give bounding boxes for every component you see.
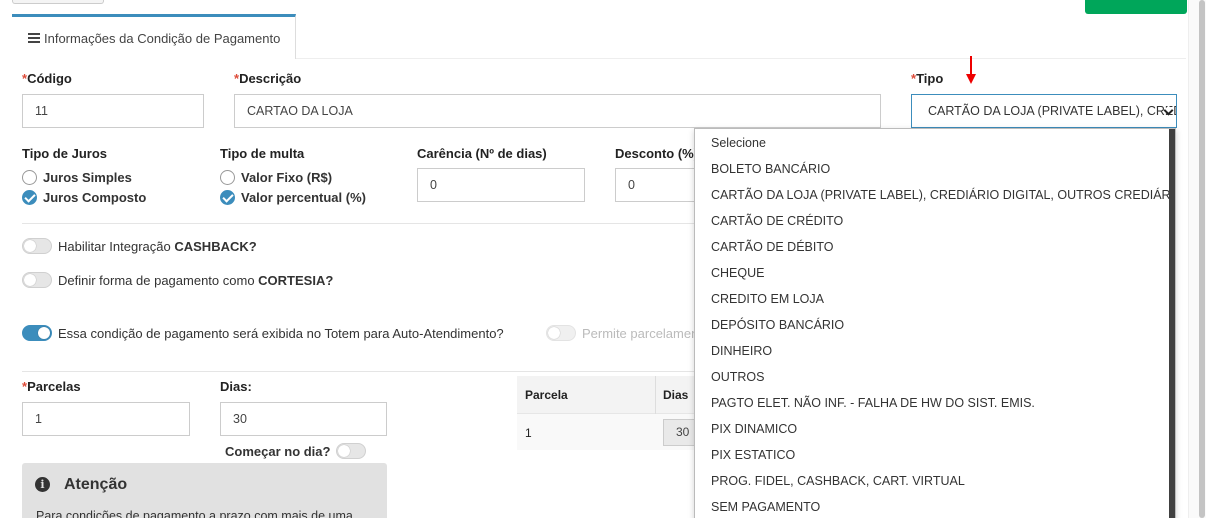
attention-text: Para condições de pagamento a prazo com … [36, 509, 353, 518]
section-divider [22, 371, 702, 372]
codigo-input[interactable]: 11 [22, 94, 204, 128]
parcelas-label: *Parcelas [22, 379, 81, 394]
dropdown-options: Selecione BOLETO BANCÁRIO CARTÃO DA LOJA (… [695, 129, 1175, 518]
tab-divider [296, 58, 1186, 59]
table-header-dias: Dias [663, 388, 689, 402]
radio-checked-icon [22, 190, 37, 205]
tipo-label: *Tipo [911, 71, 943, 86]
cortesia-toggle[interactable]: Definir forma de pagamento como CORTESIA… [22, 272, 333, 288]
info-circle-icon: i [35, 477, 50, 492]
codigo-label-text: Código [27, 71, 72, 86]
dropdown-option[interactable]: CARTÃO DE DÉBITO [695, 234, 1175, 260]
dropdown-option[interactable]: BOLETO BANCÁRIO [695, 156, 1175, 182]
cashback-label: Habilitar Integração [58, 238, 171, 254]
cashback-label-bold: CASHBACK? [174, 238, 257, 254]
parcelas-value: 1 [35, 412, 42, 426]
dropdown-option[interactable]: PAGTO ELET. NÃO INF. - FALHA DE HW DO SI… [695, 390, 1175, 416]
comecar-toggle[interactable]: Começar no dia? [225, 443, 367, 459]
dropdown-option[interactable]: CREDITO EM LOJA [695, 286, 1175, 312]
toggle-switch-icon [336, 443, 367, 459]
dropdown-option[interactable]: PROG. FIDEL, CASHBACK, CART. VIRTUAL [695, 468, 1175, 494]
radio-checked-icon [220, 190, 235, 205]
dropdown-option[interactable]: DINHEIRO [695, 338, 1175, 364]
descricao-label-text: Descrição [239, 71, 302, 86]
radio-label: Valor percentual (%) [241, 190, 366, 205]
radio-juros-composto[interactable]: Juros Composto [22, 190, 146, 205]
tipo-select[interactable]: CARTÃO DA LOJA (PRIVATE LABEL), CREDIÁRI… [911, 94, 1177, 128]
cortesia-label-bold: CORTESIA? [258, 272, 334, 288]
tipo-dropdown-list[interactable]: Selecione BOLETO BANCÁRIO CARTÃO DA LOJA (… [694, 128, 1176, 518]
tab-label: Informações da Condição de Pagamento [44, 30, 281, 46]
dropdown-option[interactable]: SEM PAGAMENTO [695, 494, 1175, 518]
page-scrollbar-thumb[interactable] [1199, 0, 1205, 518]
dropdown-option[interactable]: PIX ESTATICO [695, 442, 1175, 468]
table-row: 1 30 [517, 414, 703, 450]
tipo-juros-label: Tipo de Juros [22, 146, 107, 161]
tipo-selected-value: CARTÃO DA LOJA (PRIVATE LABEL), CREDIÁRI… [928, 104, 1176, 118]
toggle-switch-icon [22, 272, 52, 288]
toggle-switch-icon [22, 238, 52, 254]
dropdown-option[interactable]: CARTÃO DA LOJA (PRIVATE LABEL), CREDIÁRI… [695, 182, 1175, 208]
dropdown-option[interactable]: CHEQUE [695, 260, 1175, 286]
list-icon [28, 33, 40, 43]
table-cell-parcela: 1 [525, 426, 532, 440]
tab-informacoes[interactable]: Informações da Condição de Pagamento [12, 14, 296, 59]
annotation-arrow-shaft [970, 56, 972, 76]
parcelamento-label: Permite parcelamento [582, 325, 710, 341]
dropdown-scrollbar[interactable] [1169, 129, 1175, 518]
tipo-multa-label: Tipo de multa [220, 146, 305, 161]
codigo-label: *Código [22, 71, 72, 86]
attention-box: i Atenção Para condições de pagamento a … [22, 463, 387, 518]
carencia-value: 0 [430, 178, 437, 192]
codigo-value: 11 [35, 104, 48, 118]
parcelas-input[interactable]: 1 [22, 402, 190, 436]
carencia-label: Carência (Nº de dias) [417, 146, 547, 161]
descricao-label: *Descrição [234, 71, 301, 86]
dias-input[interactable]: 30 [220, 402, 387, 436]
save-button[interactable] [1085, 0, 1187, 14]
parcelas-label-text: Parcelas [27, 379, 81, 394]
radio-label: Juros Composto [43, 190, 147, 205]
dropdown-option[interactable]: CARTÃO DE CRÉDITO [695, 208, 1175, 234]
radio-label: Juros Simples [43, 170, 132, 185]
dropdown-option[interactable]: Selecione [695, 130, 1175, 156]
desconto-input[interactable]: 0 [615, 168, 705, 202]
descricao-input[interactable]: CARTAO DA LOJA [234, 94, 881, 128]
carencia-input[interactable]: 0 [417, 168, 585, 202]
descricao-value: CARTAO DA LOJA [247, 104, 353, 118]
table-header-parcela: Parcela [525, 388, 568, 402]
tipo-label-text: Tipo [916, 71, 944, 86]
parcelas-table: Parcela Dias 1 30 [517, 376, 703, 450]
comecar-label: Começar no dia? [225, 443, 331, 459]
radio-juros-simples[interactable]: Juros Simples [22, 170, 132, 185]
back-button[interactable] [12, 0, 104, 4]
radio-circle-icon [22, 170, 37, 185]
radio-valor-fixo[interactable]: Valor Fixo (R$) [220, 170, 332, 185]
dropdown-option[interactable]: OUTROS [695, 364, 1175, 390]
totem-label: Essa condição de pagamento será exibida … [58, 325, 504, 341]
radio-valor-percentual[interactable]: Valor percentual (%) [220, 190, 366, 205]
attention-title: Atenção [64, 476, 128, 493]
desconto-label: Desconto (%) [615, 146, 699, 161]
dropdown-option[interactable]: DEPÓSITO BANCÁRIO [695, 312, 1175, 338]
cortesia-label: Definir forma de pagamento como [58, 272, 255, 288]
radio-circle-icon [220, 170, 235, 185]
radio-label: Valor Fixo (R$) [241, 170, 333, 185]
toggle-switch-icon [22, 325, 52, 341]
annotation-arrow-icon [966, 74, 976, 84]
parcelamento-toggle[interactable]: Permite parcelamento [546, 325, 709, 341]
dropdown-option[interactable]: PIX DINAMICO [695, 416, 1175, 442]
cashback-toggle[interactable]: Habilitar Integração CASHBACK? [22, 238, 257, 254]
dias-label: Dias: [220, 379, 252, 394]
dias-value: 30 [233, 412, 247, 426]
totem-toggle[interactable]: Essa condição de pagamento será exibida … [22, 325, 504, 341]
desconto-value: 0 [628, 178, 635, 192]
toggle-switch-icon [546, 325, 576, 341]
table-column-divider [655, 376, 656, 414]
